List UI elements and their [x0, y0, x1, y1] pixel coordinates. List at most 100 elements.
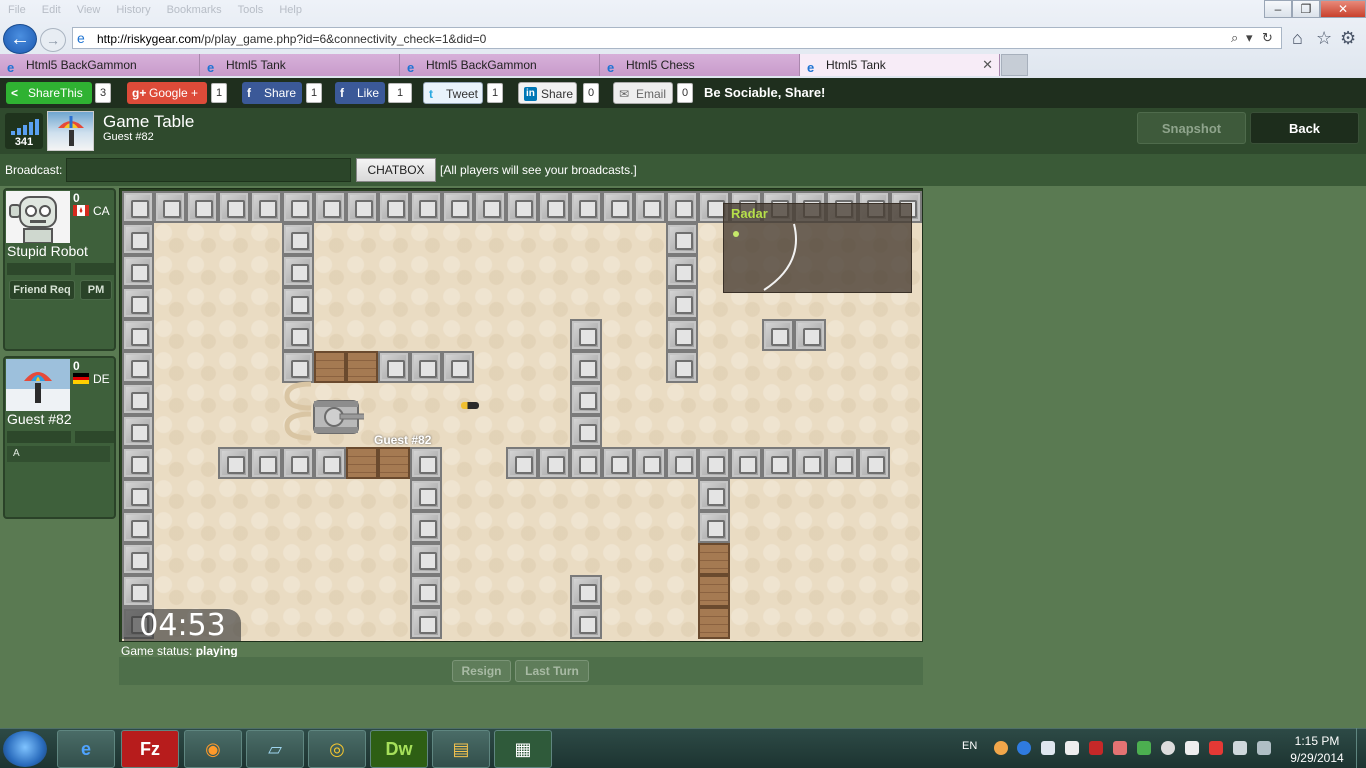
game-status-value: playing — [195, 644, 238, 658]
maximize-button[interactable]: ❐ — [1292, 0, 1320, 18]
notepad-icon[interactable]: ▱ — [246, 730, 304, 768]
acrobat-icon[interactable] — [1089, 741, 1103, 755]
dreamweaver-icon[interactable]: Dw — [370, 730, 428, 768]
tab-html5-tank-1[interactable]: e Html5 Tank — [200, 54, 400, 76]
clock-date[interactable]: 9/29/2014 — [1284, 751, 1350, 765]
tray-app-icon[interactable] — [994, 741, 1008, 755]
back-arrow-icon[interactable]: ← — [3, 24, 37, 54]
language-indicator[interactable]: EN — [962, 740, 977, 752]
menu-edit[interactable]: Edit — [34, 0, 69, 20]
info-icon[interactable] — [1017, 741, 1031, 755]
tweet-count: 1 — [487, 83, 503, 103]
steel-wall-block — [122, 479, 154, 511]
email-share-button[interactable]: ✉ Email — [613, 82, 673, 104]
facebook-share-count: 1 — [306, 83, 322, 103]
tray-app-icon[interactable] — [1161, 741, 1175, 755]
tray-app-icon[interactable] — [1113, 741, 1127, 755]
snapshot-button[interactable]: Snapshot — [1137, 112, 1246, 144]
sharethis-count: 3 — [95, 83, 111, 103]
tab-html5-backgammon-1[interactable]: e Html5 BackGammon — [0, 54, 200, 76]
player-country: DE — [93, 372, 110, 386]
steel-wall-block — [410, 543, 442, 575]
battlefield[interactable]: Guest #82 Radar 04:53 — [122, 191, 922, 641]
steel-wall-block — [762, 447, 794, 479]
tray-app-icon[interactable] — [1065, 741, 1079, 755]
tab-html5-tank-active[interactable]: e Html5 Tank ✕ — [800, 54, 1000, 76]
filezilla-icon[interactable]: Fz — [121, 730, 179, 768]
facebook-share-button[interactable]: f Share — [242, 82, 302, 104]
game-board[interactable]: Guest #82 Radar 04:53 — [119, 188, 923, 642]
steel-wall-block — [410, 511, 442, 543]
file-explorer-icon[interactable]: ▤ — [432, 730, 490, 768]
steel-wall-block — [314, 191, 346, 223]
facebook-like-button[interactable]: f Like — [335, 82, 385, 104]
close-tab-icon[interactable]: ✕ — [982, 54, 993, 76]
windows-start-icon[interactable] — [3, 731, 47, 767]
player-name: Stupid Robot — [7, 243, 88, 259]
chrome-icon[interactable]: ◎ — [308, 730, 366, 768]
game-status: Game status: playing — [121, 644, 238, 658]
tab-html5-chess[interactable]: e Html5 Chess — [600, 54, 800, 76]
nvidia-icon[interactable] — [1137, 741, 1151, 755]
sharethis-button[interactable]: < ShareThis — [6, 82, 92, 104]
steel-wall-block — [698, 447, 730, 479]
last-turn-button[interactable]: Last Turn — [515, 660, 589, 682]
settings-gear-icon[interactable]: ⚙ — [1340, 28, 1356, 49]
broadcast-input[interactable] — [66, 158, 351, 182]
favorites-star-icon[interactable]: ☆ — [1316, 28, 1332, 49]
show-desktop-button[interactable] — [1356, 728, 1366, 768]
facebook-like-count: 1 — [388, 83, 412, 103]
chatbox-button[interactable]: CHATBOX — [356, 158, 436, 182]
steel-wall-block — [282, 223, 314, 255]
steel-wall-block — [410, 447, 442, 479]
network-icon[interactable] — [1257, 741, 1271, 755]
action-center-flag-icon[interactable] — [1233, 741, 1247, 755]
forward-arrow-icon[interactable]: → — [40, 28, 66, 52]
steel-wall-block — [570, 575, 602, 607]
address-bar[interactable]: e http://riskygear.com/p/play_game.php?i… — [72, 27, 1282, 49]
menu-bookmarks[interactable]: Bookmarks — [159, 0, 230, 20]
ie-icon: e — [807, 60, 815, 75]
home-icon[interactable]: ⌂ — [1292, 28, 1303, 49]
tray-app-icon[interactable] — [1041, 741, 1055, 755]
menu-tools[interactable]: Tools — [230, 0, 272, 20]
radar-blip — [733, 231, 739, 237]
url-text[interactable]: http://riskygear.com/p/play_game.php?id=… — [97, 32, 486, 46]
google-plus-button[interactable]: g+ Google + — [127, 82, 207, 104]
clock-time[interactable]: 1:15 PM — [1290, 734, 1344, 748]
resign-button[interactable]: Resign — [452, 660, 511, 682]
tank-shell — [461, 402, 479, 409]
back-button[interactable]: Back — [1250, 112, 1359, 144]
steel-wall-block — [314, 447, 346, 479]
dropdown-arrow-icon[interactable]: ▾ — [1246, 30, 1253, 46]
private-message-button[interactable]: PM — [80, 280, 112, 300]
steel-wall-block — [602, 191, 634, 223]
menu-view[interactable]: View — [69, 0, 109, 20]
new-tab-button[interactable] — [1001, 54, 1028, 76]
menu-history[interactable]: History — [108, 0, 158, 20]
minimize-button[interactable]: – — [1264, 0, 1292, 18]
menu-file[interactable]: File — [0, 0, 34, 20]
wooden-crate-block — [314, 351, 346, 383]
game-timer: 04:53 — [124, 609, 241, 641]
tab-html5-backgammon-2[interactable]: e Html5 BackGammon — [400, 54, 600, 76]
tray-app-icon[interactable] — [1209, 741, 1223, 755]
search-icon[interactable]: ⌕ — [1231, 30, 1238, 46]
tank-track-marks — [284, 381, 312, 441]
tray-app-icon[interactable] — [1185, 741, 1199, 755]
player-tank[interactable] — [312, 399, 364, 435]
steel-wall-block — [474, 191, 506, 223]
firefox-icon[interactable]: ◉ — [184, 730, 242, 768]
menu-help[interactable]: Help — [271, 0, 310, 20]
ie-icon: e — [207, 60, 215, 75]
tweet-button[interactable]: t Tweet — [423, 82, 483, 104]
internet-explorer-icon[interactable]: e — [57, 730, 115, 768]
camtasia-icon[interactable]: ▦ — [494, 730, 552, 768]
steel-wall-block — [666, 191, 698, 223]
close-window-button[interactable]: ✕ — [1320, 0, 1366, 18]
friend-request-button[interactable]: Friend Req — [9, 280, 75, 300]
linkedin-share-button[interactable]: in Share — [518, 82, 577, 104]
steel-wall-block — [122, 383, 154, 415]
steel-wall-block — [666, 223, 698, 255]
refresh-icon[interactable]: ↻ — [1262, 30, 1273, 46]
